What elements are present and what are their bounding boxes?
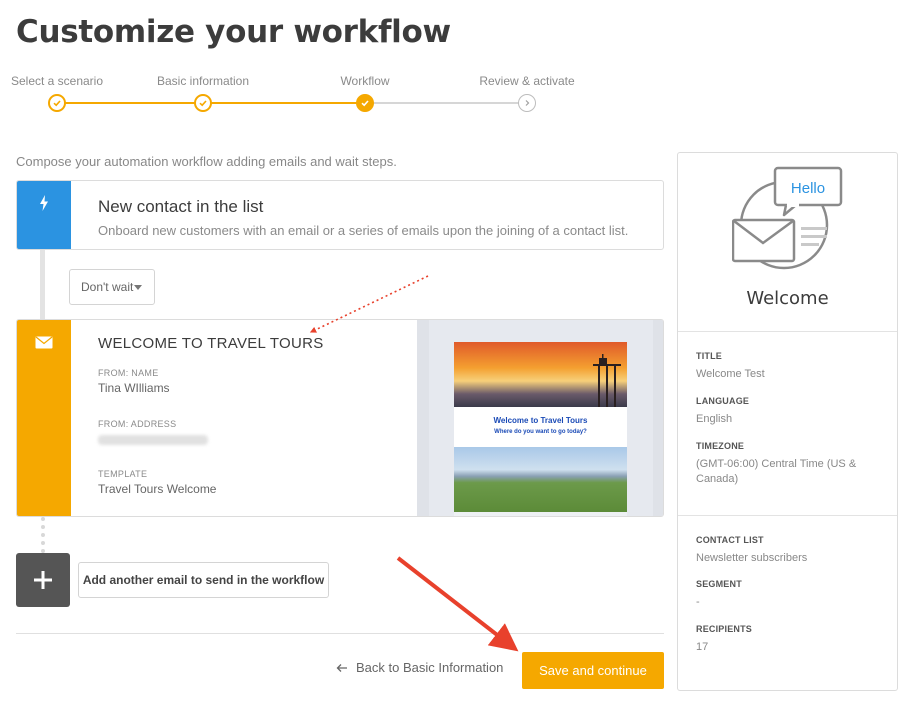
preview-heading: Welcome to Travel Tours [493,416,588,425]
email-title: WELCOME TO TRAVEL TOURS [98,335,324,352]
plus-icon [34,571,52,589]
panel-field-title: TITLE Welcome Test [696,351,765,380]
save-and-continue-button[interactable]: Save and continue [522,652,664,689]
template-value: Travel Tours Welcome [98,482,217,496]
trigger-icon-strip [17,181,71,249]
check-icon [194,94,212,112]
panel-title: Welcome [746,288,829,309]
footer-divider [16,633,664,634]
stepper: Select a scenario Basic information Work… [0,70,620,120]
sunset-pier-image [454,342,627,407]
email-preview-document: Welcome to Travel Tours Where do you wan… [454,342,627,516]
arrow-left-icon [336,663,347,672]
panel-field-recipients: RECIPIENTS 17 [696,624,753,653]
panel-field-language: LANGUAGE English [696,396,750,425]
panel-field-timezone: TIMEZONE (GMT-06:00) Central Time (US & … [696,441,857,485]
workflow-connector-dotted [41,517,45,553]
chevron-right-icon [518,94,536,112]
trigger-card[interactable]: New contact in the list Onboard new cust… [16,180,664,250]
trigger-description: Onboard new customers with an email or a… [98,223,629,238]
page-title: Customize your workflow [16,14,451,50]
step-label: Review & activate [479,74,575,88]
step-label: Workflow [340,74,390,88]
add-email-button[interactable]: Add another email to send in the workflo… [78,562,329,598]
welcome-illustration: Hello [732,166,843,270]
trigger-title: New contact in the list [98,197,264,216]
workflow-connector [40,250,45,319]
pier-silhouette [593,354,621,407]
panel-field-segment: SEGMENT - [696,579,742,608]
lightning-icon [40,195,48,211]
panel-field-contact-list: CONTACT LIST Newsletter subscribers [696,535,808,564]
meadow-image [454,447,627,512]
email-preview[interactable]: Welcome to Travel Tours Where do you wan… [417,320,663,516]
email-step-card[interactable]: WELCOME TO TRAVEL TOURS FROM: NAME Tina … [16,319,664,517]
email-icon-strip [17,320,71,516]
step-label: Select a scenario [10,74,104,88]
add-email-tile[interactable] [16,553,70,607]
wait-dropdown-value: Don't wait [81,280,134,294]
step-label: Basic information [156,74,250,88]
caret-down-icon [134,285,142,290]
preview-subheading: Where do you want to go today? [494,429,587,435]
from-address-redacted [98,435,208,445]
from-name-label: FROM: NAME [98,368,159,378]
back-button-label: Back to Basic Information [356,660,504,675]
summary-panel: Hello Welcome TITLE Welcome Test LANGUAG… [677,152,898,691]
annotation-arrow-solid [396,556,519,652]
back-button[interactable]: Back to Basic Information [336,660,503,675]
check-icon [356,94,374,112]
workflow-intro: Compose your automation workflow adding … [16,154,397,169]
hello-bubble-text: Hello [791,180,825,197]
envelope-icon [35,336,53,349]
from-name-value: Tina WIlliams [98,381,170,395]
template-label: TEMPLATE [98,469,148,479]
wait-dropdown[interactable]: Don't wait [69,269,155,305]
stepper-remaining-line [365,102,527,104]
check-icon [48,94,66,112]
from-address-label: FROM: ADDRESS [98,419,177,429]
